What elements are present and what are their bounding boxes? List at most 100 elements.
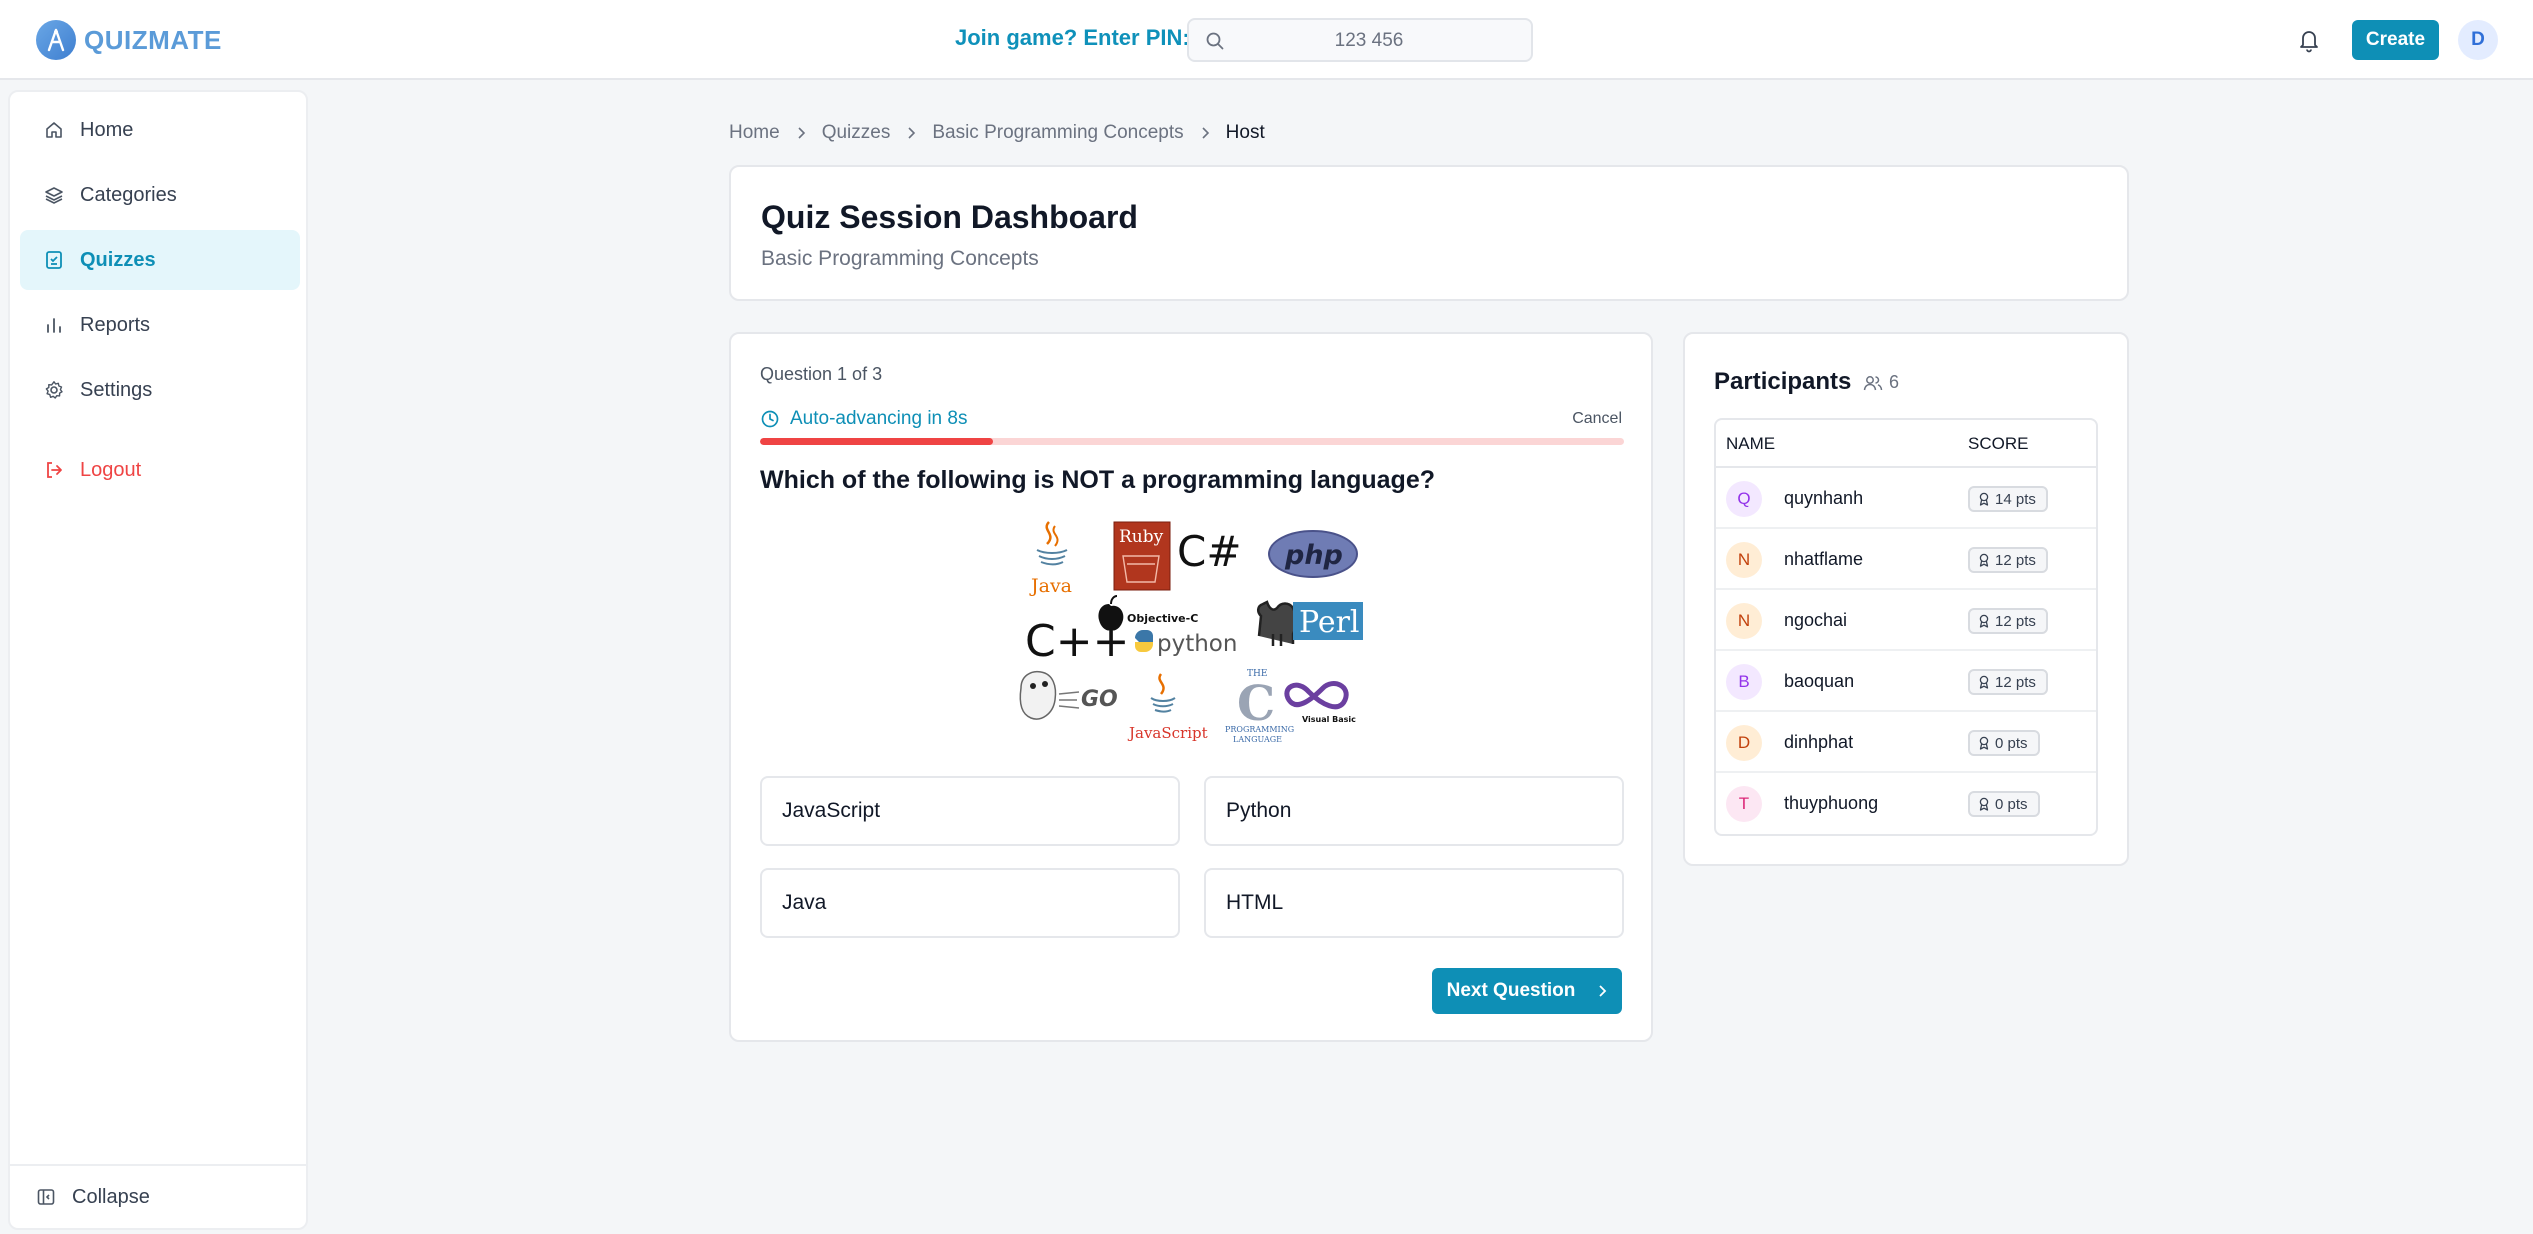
score-value: 12 pts (1995, 612, 2036, 630)
answer-option-3[interactable]: Java (760, 868, 1180, 938)
answer-option-2[interactable]: Python (1204, 776, 1624, 846)
page-title: Quiz Session Dashboard (761, 199, 1138, 235)
svg-text:Visual Basic: Visual Basic (1302, 715, 1356, 724)
question-counter: Question 1 of 3 (760, 364, 883, 384)
page-subtitle: Basic Programming Concepts (761, 247, 1039, 270)
bar-chart-icon (44, 315, 64, 335)
table-row: Qquynhanh 14 pts (1716, 468, 2096, 529)
score-badge: 0 pts (1968, 791, 2040, 817)
score-badge: 14 pts (1968, 486, 2048, 512)
pin-search-box[interactable] (1187, 18, 1533, 62)
clipboard-icon (44, 250, 64, 270)
c-language-logo: THE C PROGRAMMING LANGUAGE (1225, 669, 1294, 744)
pin-input[interactable] (1229, 26, 1509, 56)
participant-name: baoquan (1784, 671, 1855, 691)
logo[interactable]: QUIZMATE (36, 20, 222, 60)
participants-count: 6 (1863, 372, 1899, 393)
svg-text:Ruby: Ruby (1119, 527, 1164, 547)
breadcrumb-quiz[interactable]: Basic Programming Concepts (932, 122, 1183, 144)
table-row: Nnhatflame 12 pts (1716, 529, 2096, 590)
score-value: 0 pts (1995, 734, 2028, 752)
sidebar-item-settings[interactable]: Settings (20, 360, 300, 420)
svg-text:JavaScript: JavaScript (1127, 724, 1208, 742)
next-question-button[interactable]: Next Question (1432, 968, 1622, 1014)
bell-icon[interactable] (2297, 27, 2321, 58)
score-value: 12 pts (1995, 673, 2036, 691)
clock-icon (760, 409, 780, 429)
breadcrumb-home[interactable]: Home (729, 122, 780, 144)
pin-label: Join game? Enter PIN: (955, 25, 1190, 50)
auto-advance-status: Auto-advancing in 8s (760, 408, 967, 430)
svg-text:PROGRAMMING: PROGRAMMING (1225, 725, 1294, 734)
user-avatar[interactable]: D (2458, 20, 2498, 60)
sidebar-item-label: Home (80, 118, 134, 141)
visual-basic-logo: Visual Basic (1284, 681, 1356, 724)
logout-icon (44, 460, 64, 480)
participants-title: Participants (1714, 368, 1852, 395)
breadcrumb: Home Quizzes Basic Programming Concepts … (729, 120, 1265, 146)
layers-icon (44, 185, 64, 205)
chevron-right-icon (1597, 984, 1607, 998)
page-header-card: Quiz Session Dashboard Basic Programming… (729, 165, 2129, 301)
answer-option-1[interactable]: JavaScript (760, 776, 1180, 846)
sidebar-item-quizzes[interactable]: Quizzes (20, 230, 300, 290)
column-header-name: NAME (1726, 434, 1776, 453)
svg-text:C: C (1237, 676, 1275, 732)
table-row: Nngochai 12 pts (1716, 590, 2096, 651)
score-value: 14 pts (1995, 490, 2036, 508)
svg-text:Objective-C: Objective-C (1127, 612, 1198, 625)
javascript-logo: JavaScript (1127, 673, 1208, 742)
participant-avatar: T (1726, 786, 1762, 822)
award-icon (1978, 736, 1990, 750)
score-badge: 12 pts (1968, 608, 2048, 634)
sidebar-item-reports[interactable]: Reports (20, 295, 300, 355)
table-row: Ddinhphat 0 pts (1716, 712, 2096, 773)
participant-avatar: D (1726, 725, 1762, 761)
participants-table: NAME SCORE Qquynhanh 14 pts Nnhatflame 12 p… (1714, 418, 2098, 836)
participant-avatar: B (1726, 664, 1762, 700)
participant-avatar: N (1726, 603, 1762, 639)
award-icon (1978, 797, 1990, 811)
breadcrumb-quizzes[interactable]: Quizzes (822, 122, 891, 144)
cancel-auto-advance-link[interactable]: Cancel (1572, 410, 1622, 428)
java-logo: Java (1029, 521, 1072, 597)
participant-name: dinhphat (1784, 732, 1854, 752)
column-header-score: SCORE (1968, 434, 2029, 453)
award-icon (1978, 614, 1990, 628)
logo-mark-icon (36, 20, 76, 60)
sidebar: Home Categories Quizzes Reports Settings… (8, 90, 308, 1230)
svg-text:python: python (1157, 631, 1237, 657)
top-bar: QUIZMATE Join game? Enter PIN: Create D (0, 0, 2533, 80)
logout-label: Logout (80, 458, 142, 481)
python-logo: python (1135, 630, 1237, 657)
create-button[interactable]: Create (2352, 20, 2439, 60)
participants-card: Participants 6 NAME SCORE Qquynhanh 14 pt… (1683, 332, 2129, 866)
sidebar-item-categories[interactable]: Categories (20, 165, 300, 225)
search-icon (1205, 31, 1225, 56)
question-text: Which of the following is NOT a programm… (760, 466, 1435, 494)
table-row: Bbaoquan 12 pts (1716, 651, 2096, 712)
go-logo: GO (1019, 670, 1118, 720)
sidebar-item-home[interactable]: Home (20, 100, 300, 160)
sidebar-item-label: Reports (80, 313, 151, 336)
answer-option-4[interactable]: HTML (1204, 868, 1624, 938)
sidebar-item-label: Settings (80, 378, 153, 401)
score-badge: 0 pts (1968, 730, 2040, 756)
svg-text:Perl: Perl (1299, 605, 1360, 640)
logout-button[interactable]: Logout (20, 440, 300, 500)
participant-name: nhatflame (1784, 549, 1864, 569)
participant-name: thuyphuong (1784, 793, 1879, 813)
collapse-button[interactable]: Collapse (10, 1164, 306, 1228)
table-header: NAME SCORE (1716, 420, 2096, 468)
score-badge: 12 pts (1968, 547, 2048, 573)
sidebar-item-label: Quizzes (80, 248, 156, 271)
participant-avatar: N (1726, 542, 1762, 578)
logo-text: QUIZMATE (84, 24, 222, 55)
chevron-right-icon (796, 126, 806, 140)
award-icon (1978, 492, 1990, 506)
collapse-label: Collapse (72, 1185, 150, 1208)
sidebar-item-label: Categories (80, 183, 177, 206)
home-icon (44, 120, 64, 140)
question-card: Question 1 of 3 Auto-advancing in 8s Can… (729, 332, 1653, 1042)
next-question-label: Next Question (1446, 980, 1576, 1001)
